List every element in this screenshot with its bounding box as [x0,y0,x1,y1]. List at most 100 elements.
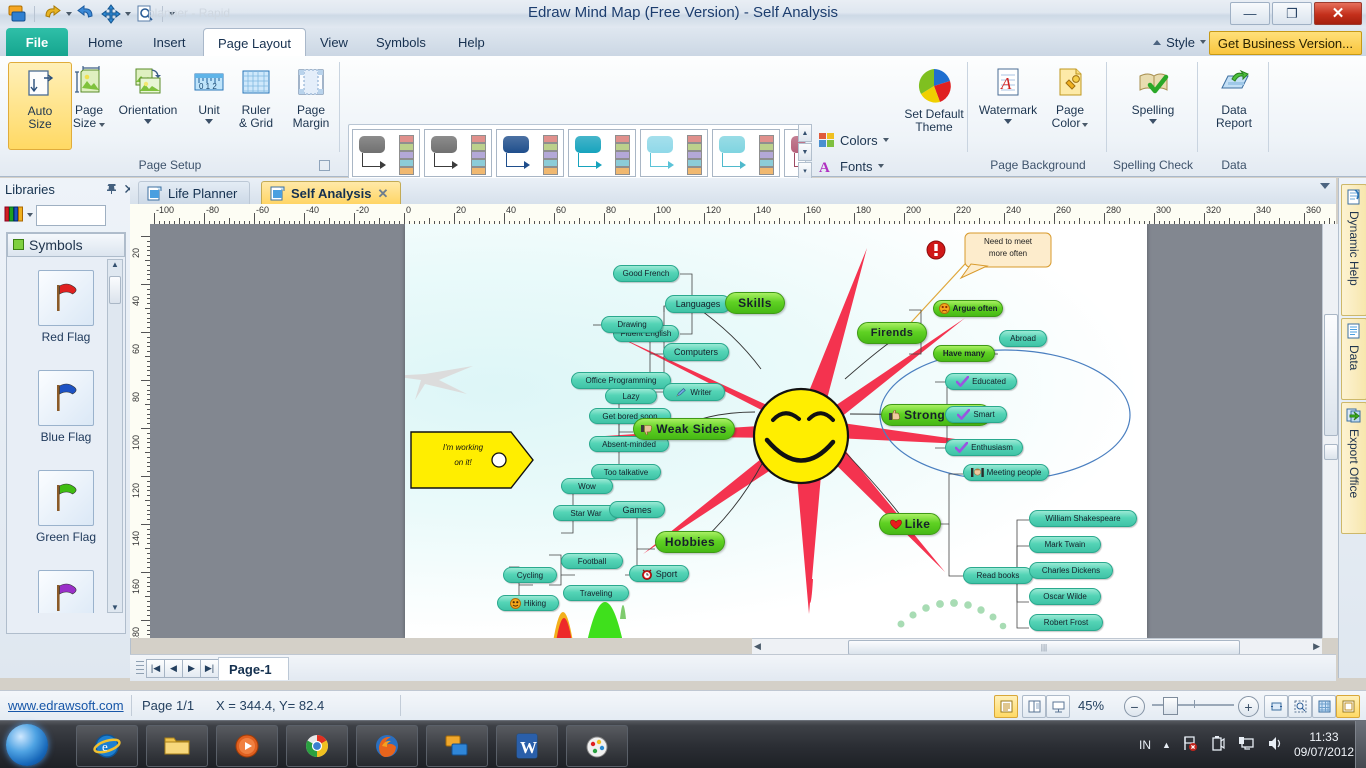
theme-thumbnail[interactable] [496,129,564,177]
vscroll-thumb[interactable] [1324,314,1338,436]
library-scrollbar[interactable]: ▲ ▼ [107,259,123,613]
taskbar-chrome[interactable] [286,725,348,767]
library-section-symbols[interactable]: Symbols [7,233,125,257]
fonts-dropdown-icon[interactable] [877,164,884,168]
get-business-version-button[interactable]: Get Business Version... [1208,31,1362,55]
tab-file[interactable]: File [6,28,68,56]
pin-icon[interactable] [106,182,117,197]
normal-view-button[interactable] [994,695,1018,718]
doc-tab-self-analysis[interactable]: Self Analysis ✕ [261,181,402,205]
theme-thumbnail[interactable] [712,129,780,177]
taskbar-internet-explorer[interactable]: e [76,725,138,767]
mindmap-node[interactable]: Skills [725,292,785,314]
close-button[interactable]: ✕ [1314,2,1362,25]
last-page-button[interactable]: ▶| [200,659,219,678]
mindmap-node[interactable]: Computers [663,343,729,361]
drawing-page[interactable]: I'm working on it! Need to meet more often… [405,224,1147,638]
next-page-button[interactable]: ▶ [182,659,201,678]
theme-thumbnail[interactable] [424,129,492,177]
scroll-down-arrow[interactable]: ▼ [108,603,122,612]
fit-page-button[interactable] [1264,695,1288,718]
mindmap-node[interactable]: Like [879,513,941,535]
theme-gallery[interactable] [348,124,806,182]
mindmap-node[interactable]: Educated [945,373,1017,390]
first-page-button[interactable]: |◀ [146,659,165,678]
language-indicator[interactable]: IN [1139,738,1151,752]
mindmap-node[interactable]: Robert Frost [1029,614,1103,631]
mindmap-node[interactable]: Languages [665,295,731,313]
doc-tab-close-icon[interactable]: ✕ [377,186,388,202]
vertical-ruler[interactable]: 20 40 60 80 100 120 140 160 180 [130,224,151,638]
tab-home[interactable]: Home [74,28,137,56]
mindmap-node[interactable]: Wow [561,478,613,494]
mindmap-node[interactable]: Traveling [563,585,629,601]
library-search-input[interactable] [36,204,106,226]
theme-gallery-scroll[interactable]: ▲ ▼ ▾ [798,124,812,180]
style-button[interactable]: Style [1153,32,1206,52]
grid-toggle-button[interactable] [1312,695,1336,718]
page-setup-dialog-launcher[interactable] [319,160,330,171]
split-view-button[interactable] [1022,695,1046,718]
vscroll-mark[interactable] [1324,444,1338,460]
tab-insert[interactable]: Insert [139,28,200,56]
taskbar-firefox[interactable] [356,725,418,767]
theme-fonts-button[interactable]: A Fonts [818,154,884,178]
mindmap-node[interactable]: Argue often [933,300,1003,317]
page-bar-grip[interactable] [136,659,144,676]
maximize-button[interactable]: ❐ [1272,2,1312,25]
unit-button[interactable]: 0 1 2 Unit [186,62,232,148]
battery-icon[interactable] [1210,735,1227,755]
page-tab-page-1[interactable]: Page-1 [218,657,289,680]
right-tab-dynamic-help[interactable]: Dynamic Help [1341,184,1366,316]
minimize-button[interactable]: — [1230,2,1270,25]
edrawsoft-link[interactable]: www.edrawsoft.com [8,698,124,713]
mindmap-node[interactable]: Games [609,501,665,518]
tab-scroll-icon[interactable] [1320,183,1330,189]
scroll-up-arrow[interactable]: ▲ [108,260,122,269]
show-desktop-button[interactable] [1355,721,1366,768]
mindmap-node[interactable]: Good French [613,265,679,282]
zoom-select-button[interactable] [1288,695,1312,718]
mindmap-node[interactable]: Firends [857,322,927,344]
display-icon[interactable] [1238,735,1255,755]
mindmap-node[interactable]: Abroad [999,330,1047,347]
hscroll-right-arrow[interactable]: ▶ [1313,641,1320,652]
orientation-dropdown-icon[interactable] [144,119,152,124]
taskbar-file-explorer[interactable] [146,725,208,767]
mindmap-node[interactable]: Writer [663,383,725,401]
mindmap-node[interactable]: Hiking [497,595,559,611]
taskbar-media-player[interactable] [216,725,278,767]
canvas-vertical-scrollbar[interactable] [1322,224,1339,638]
mindmap-node[interactable]: Smart [945,406,1007,423]
mindmap-node[interactable]: Enthusiasm [945,439,1023,456]
theme-thumbnail[interactable] [352,129,420,177]
library-chooser-icon[interactable] [4,205,24,226]
spelling-dropdown-icon[interactable] [1149,119,1157,124]
hscroll-left-arrow[interactable]: ◀ [754,641,761,652]
page-color-button[interactable]: Page Color [1039,62,1101,148]
watermark-button[interactable]: A Watermark [975,62,1041,148]
watermark-dropdown-icon[interactable] [1004,119,1012,124]
right-tab-export-office[interactable]: Export Office [1341,402,1366,534]
mindmap-node[interactable]: Sport [629,565,689,582]
mindmap-node[interactable]: Lazy [605,388,657,404]
mindmap-node[interactable]: Office Programming [571,372,671,389]
network-error-icon[interactable] [1182,735,1199,755]
mindmap-node[interactable]: Cycling [503,567,557,583]
mindmap-node[interactable]: Drawing [601,316,663,333]
set-default-theme-button[interactable]: Set Default Theme [898,62,970,148]
ruler-grid-button[interactable]: Ruler & Grid [232,62,280,148]
doc-tab-life-planner[interactable]: Life Planner [138,181,251,205]
theme-colors-button[interactable]: Colors [818,128,889,152]
horizontal-ruler[interactable]: -100 -80 -60 -40 -20 0 20 40 60 80 100 120 140 160 180… [130,204,1336,225]
canvas-horizontal-scrollbar[interactable]: ◀ ||| ▶ [752,638,1322,655]
tab-view[interactable]: View [306,28,362,56]
library-scroll-thumb[interactable] [109,276,121,304]
hscroll-thumb[interactable]: ||| [848,640,1240,655]
mindmap-node[interactable]: Weak Sides [633,418,735,440]
tab-help[interactable]: Help [444,28,499,56]
taskbar-paint[interactable] [566,725,628,767]
mindmap-node[interactable]: Oscar Wilde [1029,588,1101,605]
mindmap-node[interactable]: Meeting people [963,464,1049,481]
library-chooser-dropdown-icon[interactable] [27,213,33,217]
